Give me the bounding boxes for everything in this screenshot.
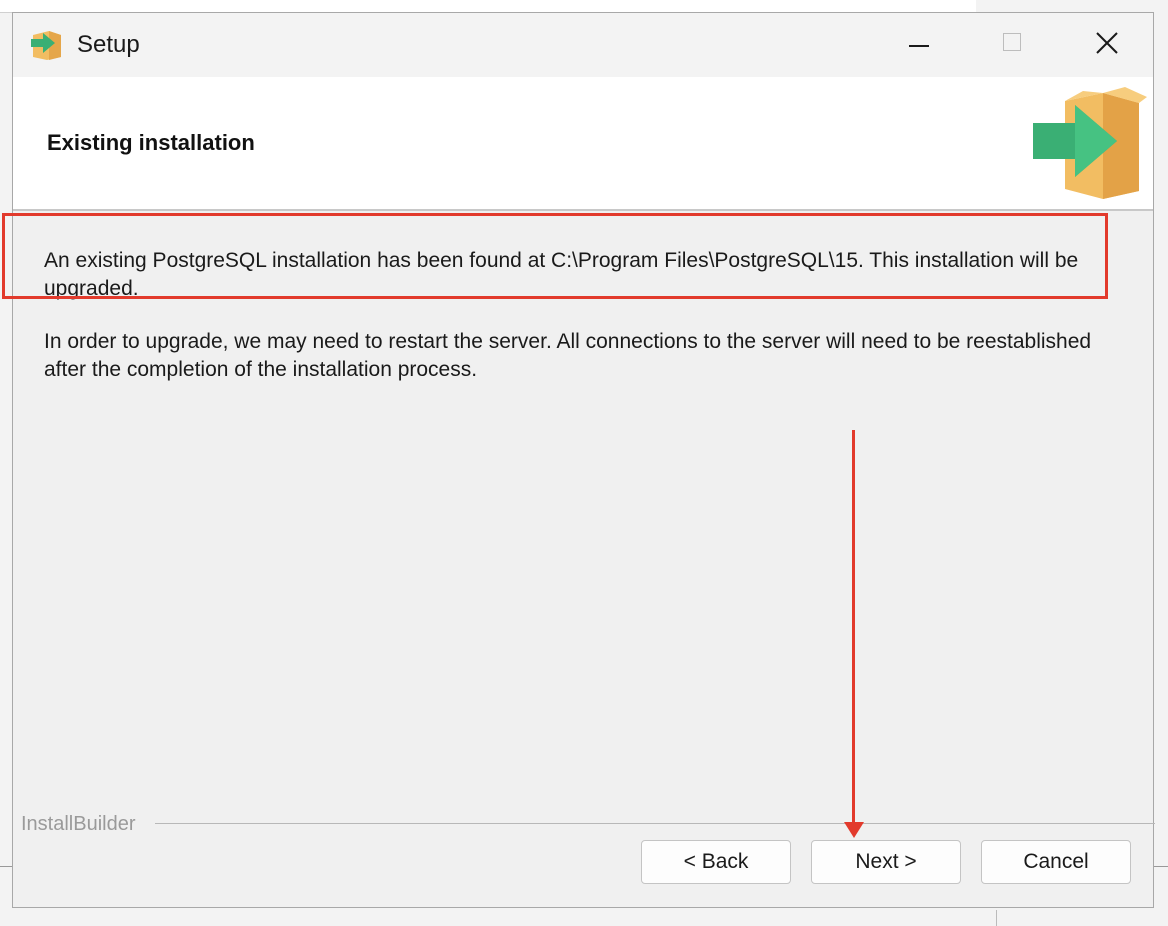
installer-box-icon: [29, 27, 65, 61]
arrow-down-icon: [844, 822, 864, 838]
upgrade-notice-message: In order to upgrade, we may need to rest…: [44, 330, 1092, 381]
minimize-button[interactable]: [881, 13, 975, 77]
installer-box-arrow-icon: [1031, 87, 1147, 201]
window-title: Setup: [77, 31, 140, 58]
content-area: An existing PostgreSQL installation has …: [13, 211, 1153, 801]
next-button[interactable]: Next >: [811, 840, 961, 884]
close-icon: [1096, 32, 1118, 54]
maximize-icon: [1003, 33, 1021, 51]
maximize-button[interactable]: [975, 13, 1069, 77]
highlight-annotation-box: [2, 213, 1108, 299]
close-button[interactable]: [1061, 13, 1155, 77]
background-divider: [0, 866, 12, 867]
minimize-icon: [909, 45, 929, 47]
footer-divider: [155, 823, 1155, 824]
back-button[interactable]: < Back: [641, 840, 791, 884]
annotation-arrow: [852, 430, 855, 826]
wizard-header: Existing installation: [13, 77, 1153, 211]
brand-label: InstallBuilder: [21, 813, 142, 836]
title-bar[interactable]: Setup: [13, 13, 1153, 77]
cancel-button[interactable]: Cancel: [981, 840, 1131, 884]
setup-dialog: Setup Existing installation An existing …: [12, 12, 1155, 908]
page-title: Existing installation: [47, 130, 255, 155]
background-divider: [996, 910, 997, 926]
